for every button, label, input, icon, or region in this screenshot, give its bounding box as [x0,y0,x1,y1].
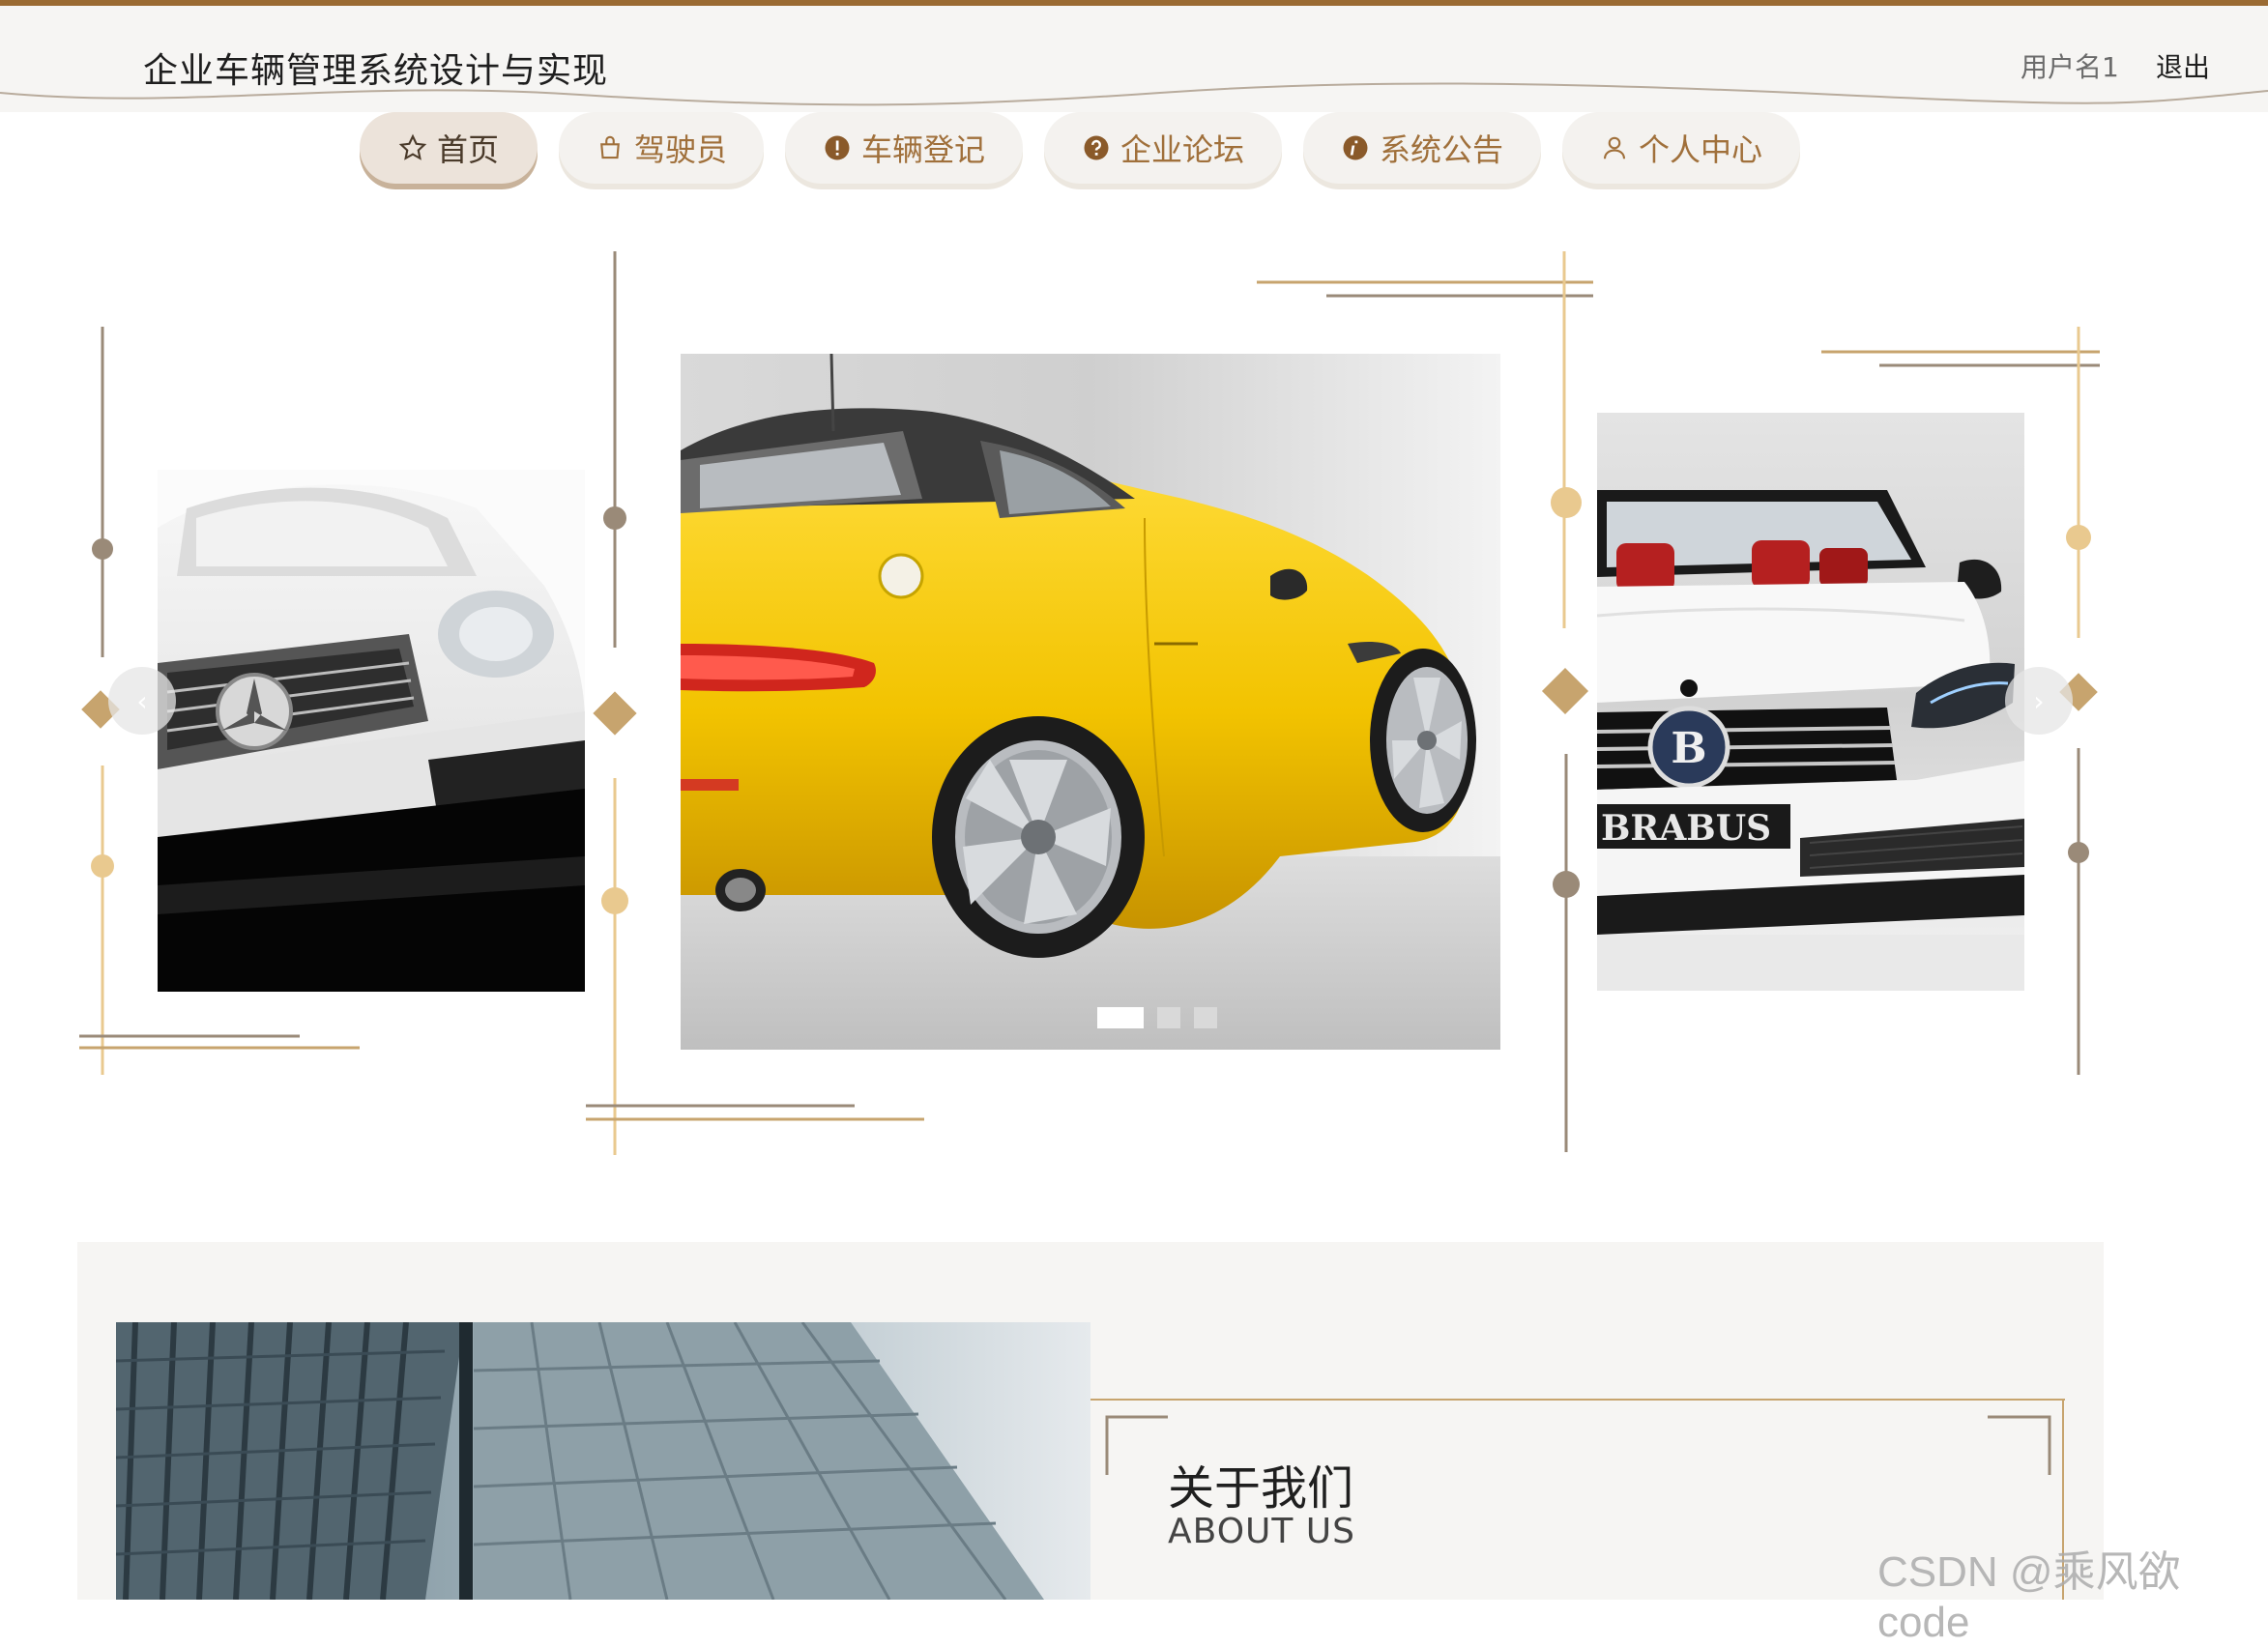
carousel-dot-2[interactable] [1157,1007,1180,1028]
carousel-dot-1[interactable] [1097,1007,1144,1028]
alert-icon [825,135,850,160]
user-name[interactable]: 用户名1 [2021,46,2119,85]
nav-item-label: 系统公告 [1379,131,1503,168]
logout-link[interactable]: 退出 [2156,46,2210,85]
chevron-left-icon: ‹ [136,684,148,717]
nav-item-home[interactable]: 首页 [360,112,538,184]
chevron-right-icon: › [2033,684,2045,717]
question-icon [1084,135,1109,160]
info-icon [1343,135,1368,160]
about-title: 关于我们 [1168,1461,1354,1516]
bag-icon [600,135,620,159]
carousel-pagination [1097,1007,1217,1028]
nav-item-label: 车辆登记 [860,131,985,168]
main-nav: 首页 驾驶员 车辆登记 企业论坛 系统公告 个人中心 [0,108,2268,195]
nav-item-announcements[interactable]: 系统公告 [1303,112,1541,184]
user-icon [1603,136,1626,159]
nav-item-forum[interactable]: 企业论坛 [1044,112,1282,184]
nav-item-label: 首页 [436,131,499,168]
about-subtitle: ABOUT US [1168,1512,1356,1551]
header-wave-divider [0,82,2268,106]
carousel-decoration [79,251,2100,1155]
watermark-text: CSDN @乘风欲code [1877,1548,2181,1646]
nav-item-label: 驾驶员 [633,131,727,168]
about-building-image [116,1322,1090,1600]
nav-item-label: 企业论坛 [1119,131,1244,168]
nav-item-drivers[interactable]: 驾驶员 [559,112,764,184]
nav-item-vehicle-registration[interactable]: 车辆登记 [785,112,1023,184]
star-icon [398,133,427,160]
carousel-prev-button[interactable]: ‹ [108,667,176,735]
carousel-next-button[interactable]: › [2005,667,2073,735]
nav-item-label: 个人中心 [1638,131,1762,168]
carousel-dot-3[interactable] [1194,1007,1217,1028]
nav-item-profile[interactable]: 个人中心 [1562,112,1800,184]
